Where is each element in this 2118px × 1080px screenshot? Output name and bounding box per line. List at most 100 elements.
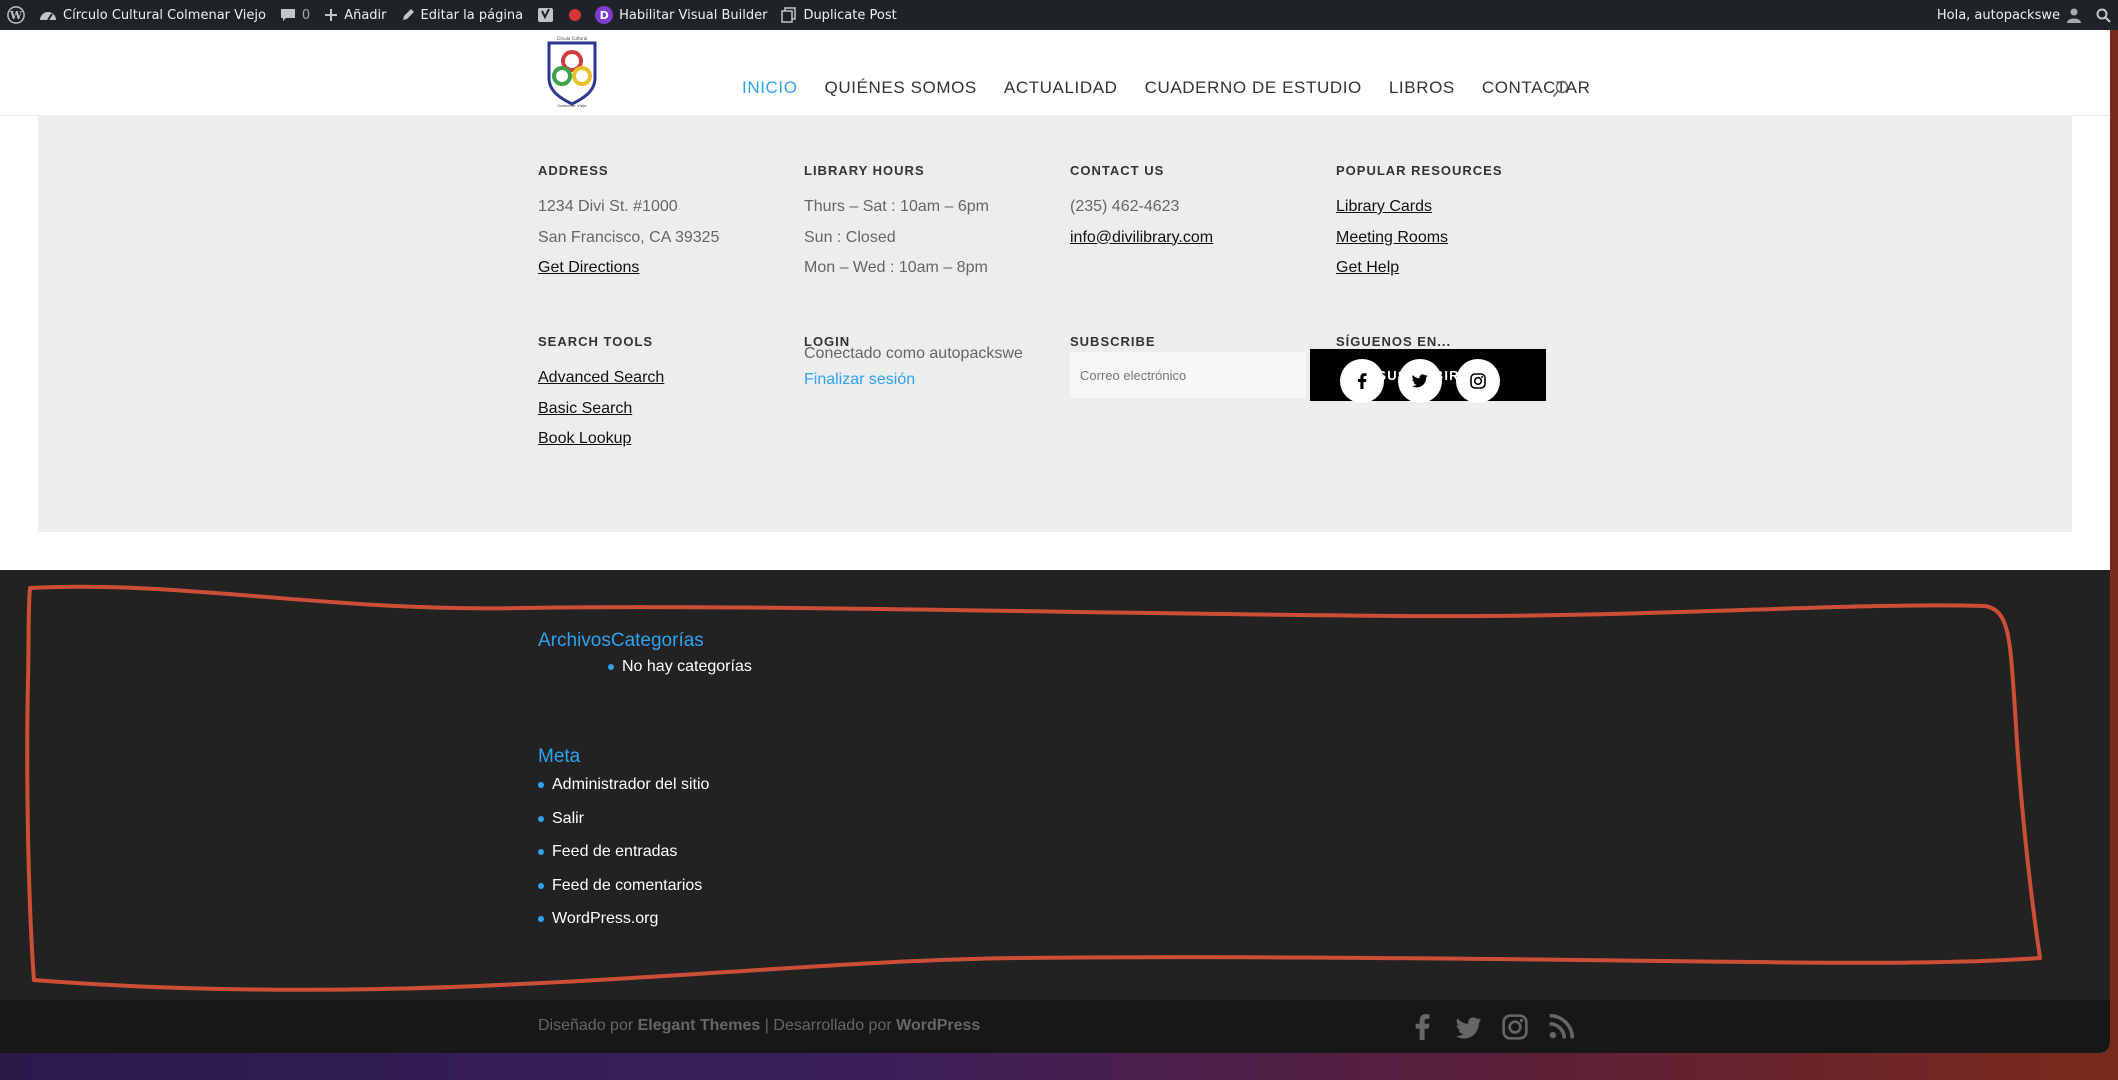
instagram-icon[interactable] (1502, 1014, 1528, 1040)
page: Círculo Cultural Colmenar Viejo INICIO Q… (0, 0, 2110, 1053)
library-hours-widget: LIBRARY HOURS Thurs – Sat : 10am – 6pm S… (804, 163, 989, 284)
wordpress-icon: W (7, 6, 25, 24)
nav-item-inicio[interactable]: INICIO (742, 78, 798, 98)
logout-link[interactable]: Finalizar sesión (804, 367, 1023, 393)
instagram-follow-button[interactable] (1456, 359, 1500, 403)
facebook-icon (1358, 373, 1367, 389)
developed-by-label: Desarrollado por (773, 1017, 892, 1034)
archives-categories-widget: ArchivosCategorías No hay categorías (538, 630, 752, 684)
nav-item-actualidad[interactable]: ACTUALIDAD (1004, 78, 1118, 98)
wordpress-logo-button[interactable]: W (0, 0, 32, 30)
admin-search-button[interactable] (2089, 0, 2118, 30)
search-tools-widget: SEARCH TOOLS Advanced Search Basic Searc… (538, 334, 664, 455)
search-tools-title: SEARCH TOOLS (538, 334, 654, 349)
facebook-icon[interactable] (1410, 1014, 1436, 1040)
elegant-themes-link[interactable]: Elegant Themes (638, 1017, 761, 1034)
contact-widget: CONTACT US (235) 462-4623 info@divilibra… (1070, 163, 1213, 253)
social-buttons (1340, 359, 1500, 403)
popular-resources-widget: POPULAR RESOURCES Library Cards Meeting … (1336, 163, 1503, 284)
meta-link-site-admin[interactable]: Administrador del sitio (538, 768, 709, 802)
comment-bubble-icon (280, 8, 296, 22)
site-header: Círculo Cultural Colmenar Viejo INICIO Q… (0, 30, 2110, 115)
twitter-icon (1412, 374, 1428, 388)
hours-line-3: Mon – Wed : 10am – 8pm (804, 259, 988, 276)
twitter-follow-button[interactable] (1398, 359, 1442, 403)
hours-line-1: Thurs – Sat : 10am – 6pm (804, 198, 989, 215)
basic-search-link[interactable]: Basic Search (538, 394, 664, 425)
admin-bar: W Círculo Cultural Colmenar Viejo 0 Añad… (0, 0, 2118, 30)
visual-builder-label: Habilitar Visual Builder (619, 7, 768, 23)
categories-title: Categorías (610, 630, 704, 651)
divi-icon: D (595, 6, 614, 24)
yoast-icon (538, 8, 554, 22)
nav-item-cuaderno-de-estudio[interactable]: CUADERNO DE ESTUDIO (1145, 78, 1362, 98)
user-account-menu[interactable]: Hola, autopackswe (1930, 0, 2089, 30)
yoast-seo-button[interactable] (530, 0, 562, 30)
add-new-label: Añadir (344, 7, 387, 23)
logged-in-status: Conectado como autopackswe (804, 345, 1023, 362)
crest-logo-icon: Círculo Cultural Colmenar Viejo (547, 36, 597, 108)
contact-email-link[interactable]: info@divilibrary.com (1070, 223, 1213, 254)
plus-icon (324, 8, 338, 22)
advanced-search-link[interactable]: Advanced Search (538, 363, 664, 394)
nav-item-libros[interactable]: LIBROS (1389, 78, 1455, 98)
comments-count: 0 (301, 7, 311, 23)
footer-bottom-bar: Diseñado por Elegant Themes | Desarrolla… (0, 1000, 2110, 1053)
book-lookup-link[interactable]: Book Lookup (538, 424, 664, 455)
follow-us-widget: SÍGUENOS EN... (1336, 334, 1500, 403)
nav-item-contactar[interactable]: CONTACTAR (1482, 78, 1591, 98)
facebook-follow-button[interactable] (1340, 359, 1384, 403)
contact-phone: (235) 462-4623 (1070, 198, 1180, 215)
wordpress-link[interactable]: WordPress (896, 1017, 980, 1034)
duplicate-icon (781, 7, 797, 23)
meta-widget: Meta Administrador del sitio Salir Feed … (538, 746, 709, 936)
seo-status-indicator[interactable] (562, 0, 588, 30)
svg-text:W: W (9, 9, 23, 22)
svg-text:Círculo Cultural: Círculo Cultural (557, 36, 588, 41)
greeting-label: Hola, autopackswe (1936, 7, 2060, 23)
meta-link-logout[interactable]: Salir (538, 802, 709, 836)
main-navigation: INICIO QUIÉNES SOMOS ACTUALIDAD CUADERNO… (742, 78, 1618, 98)
footer-social-icons (1410, 1014, 1574, 1040)
edit-page-label: Editar la página (420, 7, 524, 23)
meta-title: Meta (538, 746, 581, 767)
site-name-label: Círculo Cultural Colmenar Viejo (63, 7, 266, 23)
header-search-button[interactable] (1552, 80, 1570, 102)
dashboard-gauge-icon (39, 8, 57, 22)
user-avatar-icon (2066, 7, 2082, 23)
footer-widgets: ArchivosCategorías No hay categorías Met… (0, 570, 2110, 1000)
credits-separator: | (764, 1017, 769, 1034)
add-new-menu[interactable]: Añadir (317, 0, 393, 30)
get-help-link[interactable]: Get Help (1336, 253, 1503, 284)
duplicate-post-button[interactable]: Duplicate Post (774, 0, 903, 30)
address-line-1: 1234 Divi St. #1000 (538, 198, 678, 215)
site-logo[interactable]: Círculo Cultural Colmenar Viejo (544, 34, 600, 108)
footer-credits: Diseñado por Elegant Themes | Desarrolla… (538, 1017, 980, 1035)
meta-link-comments-feed[interactable]: Feed de comentarios (538, 869, 709, 903)
meeting-rooms-link[interactable]: Meeting Rooms (1336, 223, 1503, 254)
get-directions-link[interactable]: Get Directions (538, 253, 719, 284)
edit-page-button[interactable]: Editar la página (394, 0, 531, 30)
svg-text:Colmenar Viejo: Colmenar Viejo (558, 103, 588, 108)
comments-button[interactable]: 0 (273, 0, 317, 30)
archives-title: Archivos (538, 630, 611, 651)
popular-resources-title: POPULAR RESOURCES (1336, 163, 1503, 178)
status-dot-icon (569, 9, 582, 21)
address-title: ADDRESS (538, 163, 609, 178)
pencil-icon (401, 8, 415, 22)
instagram-icon (1470, 373, 1486, 389)
library-cards-link[interactable]: Library Cards (1336, 192, 1503, 223)
site-name-menu[interactable]: Círculo Cultural Colmenar Viejo (32, 0, 273, 30)
duplicate-post-label: Duplicate Post (803, 7, 897, 23)
follow-us-title: SÍGUENOS EN... (1336, 334, 1452, 349)
nav-item-quienes-somos[interactable]: QUIÉNES SOMOS (825, 78, 977, 98)
search-icon (2096, 8, 2111, 23)
meta-link-wordpress-org[interactable]: WordPress.org (538, 902, 709, 936)
visual-builder-button[interactable]: D Habilitar Visual Builder (588, 0, 774, 30)
meta-link-entries-feed[interactable]: Feed de entradas (538, 835, 709, 869)
contact-title: CONTACT US (1070, 163, 1165, 178)
newsletter-email-input[interactable] (1070, 352, 1306, 398)
address-widget: ADDRESS 1234 Divi St. #1000 San Francisc… (538, 163, 719, 284)
rss-icon[interactable] (1548, 1014, 1574, 1040)
twitter-icon[interactable] (1456, 1014, 1482, 1040)
